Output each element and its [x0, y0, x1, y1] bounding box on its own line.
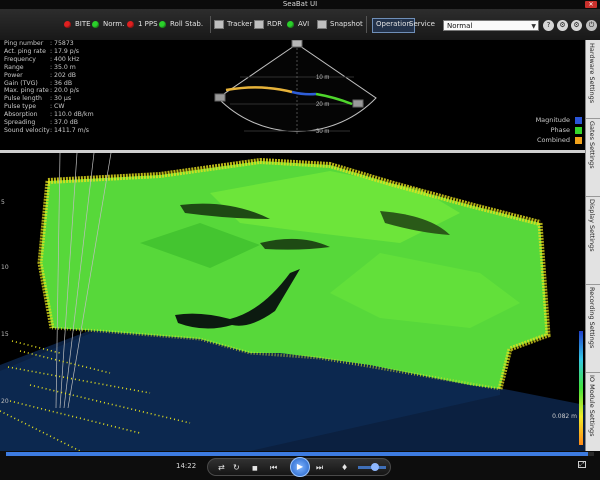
color-scale-bar [579, 331, 583, 445]
chevron-down-icon: ▼ [531, 23, 536, 30]
legend-swatch [575, 136, 582, 144]
rdr-label: RDR [267, 20, 283, 28]
color-scale-label: 0.082 m [552, 413, 577, 420]
toolbar-divider [366, 16, 367, 33]
snapshot-button[interactable]: Snapshot [317, 18, 363, 30]
playback-progress-bar[interactable] [6, 452, 594, 456]
status-norm: Norm. [92, 18, 124, 30]
shuffle-icon[interactable]: ⇄ [218, 463, 225, 472]
help-icon[interactable]: ? [543, 20, 554, 31]
gear-icon[interactable]: ⚙ [571, 20, 582, 31]
avi-button[interactable]: AVI [287, 18, 309, 30]
toolbar-divider [210, 16, 211, 33]
window-title: SeaBat UI [282, 0, 318, 8]
3d-bathymetry-view[interactable]: 5 10 15 20 0.082 m [0, 153, 585, 451]
legend: Magnitude Phase Combined [536, 115, 582, 145]
volume-slider-knob[interactable] [370, 463, 379, 471]
profile-select[interactable]: Normal ▼ [443, 20, 539, 31]
tab-recording-settings[interactable]: Recording Settings [586, 284, 600, 373]
left-reflector-icon [214, 93, 226, 102]
tracker-icon [214, 19, 224, 29]
depth-tick: 10 [1, 264, 9, 271]
status-roll-stab: Roll Stab. [159, 18, 203, 30]
legend-item-combined: Combined [536, 135, 582, 145]
mode-service-button[interactable]: Service [406, 18, 438, 31]
status-indicator-icon [64, 20, 71, 28]
playback-controls: ⇄ ↻ ■ ⏮ ▶ ⏭ ♦ [207, 457, 391, 477]
fan-range-label: 20 m [316, 102, 329, 108]
tracker-button[interactable]: Tracker [214, 18, 252, 30]
tracker-label: Tracker [227, 20, 253, 28]
snapshot-label: Snapshot [330, 20, 363, 28]
profile-select-value: Normal [447, 22, 473, 30]
avi-status-icon [287, 20, 294, 28]
status-bite: BITE [64, 18, 91, 30]
snapshot-icon [317, 19, 327, 29]
playback-time: 14:22 [176, 462, 197, 470]
fullscreen-button[interactable]: ⤢ [578, 461, 586, 468]
point-cloud [0, 153, 585, 451]
depth-tick: 15 [1, 331, 9, 338]
volume-icon[interactable]: ♦ [341, 463, 348, 472]
right-reflector-icon [352, 99, 364, 108]
status-indicator-icon [159, 20, 166, 28]
legend-swatch [575, 116, 582, 124]
tab-display-settings[interactable]: Display Settings [586, 196, 600, 285]
status-indicator-icon [92, 20, 99, 28]
fan-range-label: 30 m [316, 129, 329, 135]
repeat-icon[interactable]: ↻ [233, 463, 240, 472]
tab-hardware-settings[interactable]: Hardware Settings [586, 40, 600, 119]
legend-item-magnitude: Magnitude [536, 115, 582, 125]
fan-range-label: 10 m [316, 75, 329, 81]
progress-fill [6, 452, 589, 456]
sonar-panel: Ping number: 75873 Act. ping rate: 17.9 p… [0, 40, 585, 150]
power-icon[interactable]: ⏻ [586, 20, 597, 31]
stop-button[interactable]: ■ [252, 464, 258, 473]
close-button[interactable]: ✕ [585, 1, 597, 8]
rdr-icon [254, 19, 264, 29]
transducer-icon [291, 40, 303, 48]
rdr-button[interactable]: RDR [254, 18, 282, 30]
previous-button[interactable]: ⏮ [270, 463, 277, 472]
status-label: Roll Stab. [170, 20, 204, 28]
avi-label: AVI [298, 20, 310, 28]
settings-sidebar: Hardware Settings Gates Settings Display… [585, 40, 600, 452]
depth-tick: 20 [1, 398, 9, 405]
legend-item-phase: Phase [536, 125, 582, 135]
legend-swatch [575, 126, 582, 134]
title-bar: SeaBat UI ✕ [0, 0, 600, 9]
play-button[interactable]: ▶ [290, 457, 310, 477]
sonar-fan-view: 10 m 20 m 30 m [214, 40, 377, 136]
status-indicator-icon [127, 20, 134, 28]
status-1pps: 1 PPS [127, 18, 158, 30]
next-button[interactable]: ⏭ [316, 463, 323, 472]
toolbar: BITE Norm. 1 PPS Roll Stab. Tracker RDR … [0, 9, 600, 41]
status-label: BITE [75, 20, 91, 28]
tab-gates-settings[interactable]: Gates Settings [586, 118, 600, 197]
depth-tick: 5 [1, 199, 5, 206]
settings-icon[interactable]: ⚙ [557, 20, 568, 31]
tab-io-module-settings[interactable]: IO Module Settings [586, 372, 600, 452]
media-player-bar: 14:22 ⇄ ↻ ■ ⏮ ▶ ⏭ ♦ ⤢ [0, 451, 600, 480]
status-label: Norm. [103, 20, 125, 28]
status-label: 1 PPS [138, 20, 158, 28]
